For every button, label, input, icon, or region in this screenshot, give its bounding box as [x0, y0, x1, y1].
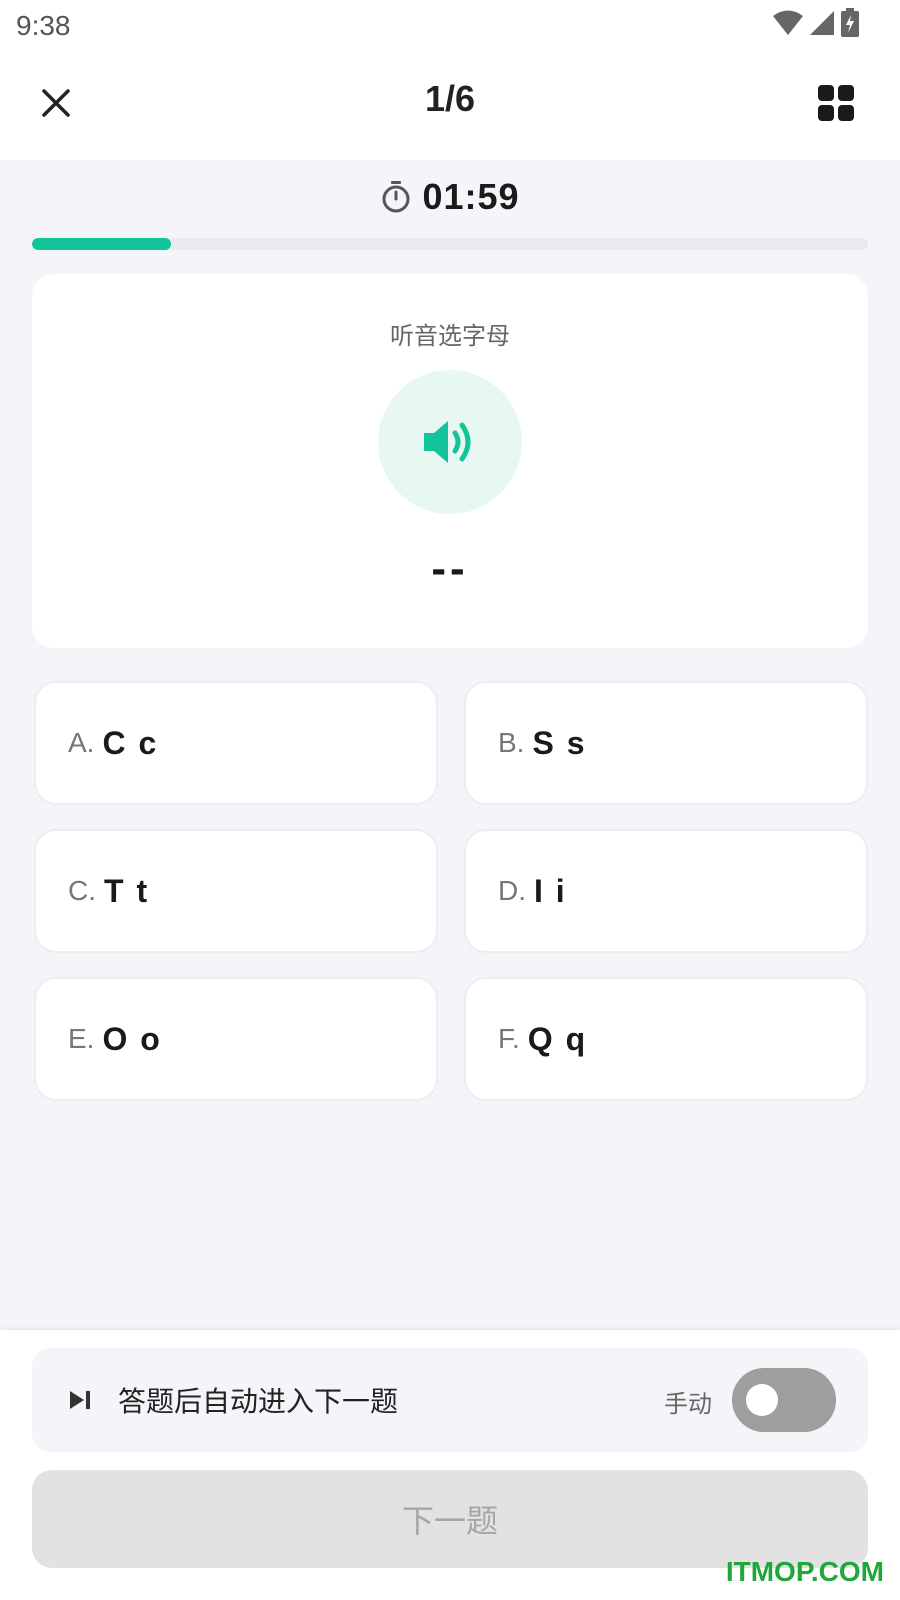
options-grid: A. C c B. S s C. T t D. I i E. O o F. Q …	[34, 681, 868, 1101]
toggle-knob	[746, 1384, 778, 1416]
option-a[interactable]: A. C c	[34, 681, 438, 805]
option-key: F.	[498, 1023, 520, 1054]
speaker-icon	[424, 421, 471, 463]
page-counter: 1/6	[424, 78, 476, 119]
option-key: A.	[68, 727, 95, 758]
answer-placeholder: --	[431, 544, 469, 593]
battery-icon	[841, 8, 859, 37]
auto-advance-label: 答题后自动进入下一题	[118, 1385, 399, 1418]
option-value: C c	[102, 724, 159, 761]
timer-value: 01:59	[422, 176, 520, 217]
option-e[interactable]: E. O o	[34, 977, 438, 1101]
auto-advance-row: 答题后自动进入下一题 手动	[32, 1348, 868, 1452]
question-prompt: 听音选字母	[390, 322, 510, 350]
option-f[interactable]: F. Q q	[464, 977, 868, 1101]
option-value: S s	[532, 724, 587, 761]
signal-icon	[810, 11, 834, 35]
option-b[interactable]: B. S s	[464, 681, 868, 805]
progress-bar	[32, 238, 868, 250]
auto-advance-toggle[interactable]	[732, 1368, 836, 1432]
wifi-icon	[773, 10, 803, 35]
timer: 01:59	[0, 176, 900, 218]
next-question-button[interactable]: 下一题	[32, 1470, 868, 1568]
option-value: Q q	[527, 1020, 588, 1057]
option-value: T t	[104, 872, 150, 909]
status-icons	[772, 8, 860, 38]
grid-icon	[818, 85, 854, 121]
option-value: O o	[102, 1020, 162, 1057]
stopwatch-icon	[382, 181, 410, 213]
mode-label: 手动	[664, 1390, 712, 1418]
status-time: 9:38	[16, 10, 71, 41]
question-card: 听音选字母 --	[32, 274, 868, 648]
watermark: ITMOP.COM	[725, 1556, 884, 1587]
option-key: B.	[498, 727, 525, 758]
option-d[interactable]: D. I i	[464, 829, 868, 953]
play-audio-button[interactable]	[378, 370, 522, 514]
progress-fill	[32, 238, 172, 250]
option-key: D.	[498, 875, 526, 906]
option-key: E.	[68, 1023, 95, 1054]
option-c[interactable]: C. T t	[34, 829, 438, 953]
option-key: C.	[68, 875, 96, 906]
header: 1/6	[0, 50, 900, 160]
status-bar: 9:38	[0, 0, 900, 50]
option-value: I i	[534, 872, 567, 909]
question-grid-button[interactable]	[816, 83, 856, 123]
skip-next-icon	[70, 1391, 90, 1409]
